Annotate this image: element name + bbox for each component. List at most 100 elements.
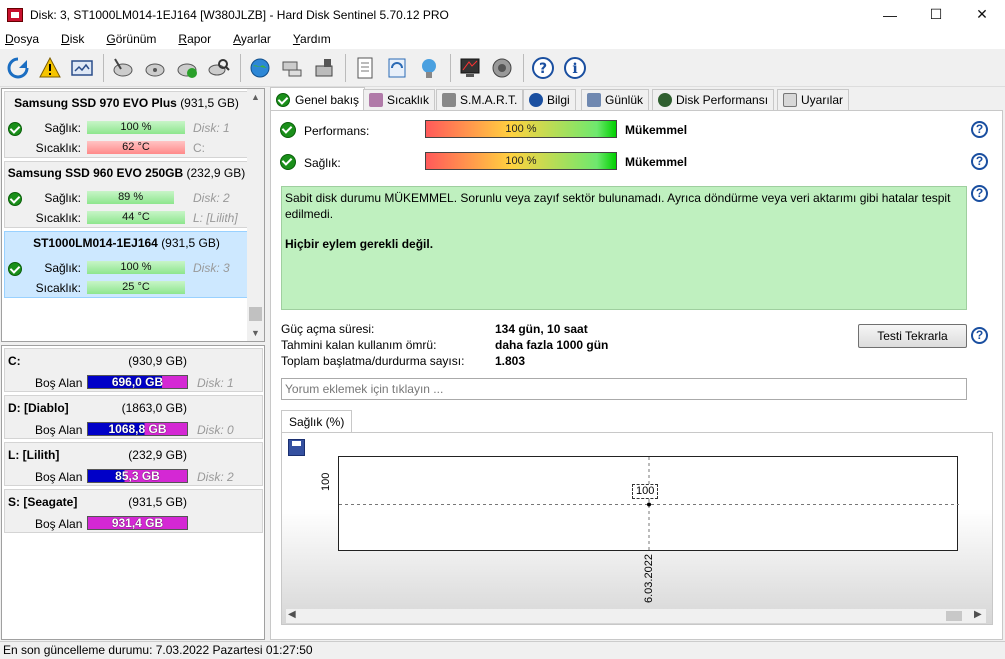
scroll-left-icon[interactable]: ◀ — [288, 609, 296, 620]
status-description: Sabit disk durumu MÜKEMMEL. Sorunlu veya… — [281, 186, 967, 310]
free-space-label: Boş Alan — [35, 470, 83, 484]
scroll-thumb[interactable] — [249, 307, 262, 321]
volume-card-s[interactable]: S: [Seagate] (931,5 GB) Boş Alan 931,4 G… — [4, 489, 263, 533]
volume-list: C: (930,9 GB) Boş Alan 696,0 GB Disk: 1 … — [1, 345, 265, 640]
drive-letter: C: — [193, 141, 205, 155]
volume-card-c[interactable]: C: (930,9 GB) Boş Alan 696,0 GB Disk: 1 — [4, 348, 263, 392]
temperature-label: Sıcaklık: — [35, 141, 81, 155]
power-on-value: 134 gün, 10 saat — [495, 322, 588, 336]
menu-gorunum[interactable]: Görünüm — [101, 32, 161, 46]
volume-size: (931,5 GB) — [128, 495, 187, 509]
volume-card-d[interactable]: D: [Diablo] (1863,0 GB) Boş Alan 1068,8 … — [4, 395, 263, 439]
menu-dosya[interactable]: Dosya — [0, 32, 44, 46]
sound-button[interactable] — [487, 53, 517, 83]
app-icon — [7, 7, 23, 22]
update-button[interactable] — [382, 53, 412, 83]
log-icon — [587, 93, 601, 107]
help-button[interactable]: ? — [528, 53, 558, 83]
report-button[interactable] — [350, 53, 380, 83]
disk-card-3[interactable]: ST1000LM014-1EJ164 (931,5 GB) Sağlık: 10… — [4, 231, 249, 298]
chart-scrollbar[interactable]: ◀ ▶ — [286, 609, 986, 623]
tab-temperature[interactable]: Sıcaklık — [363, 89, 436, 110]
menu-yardim[interactable]: Yardım — [288, 32, 336, 46]
disk-name: ST1000LM014-1EJ164 — [33, 236, 158, 250]
temperature-bar: 44 °C — [87, 211, 185, 224]
disk-card-2[interactable]: Samsung SSD 960 EVO 250GB (232,9 GB) Sağ… — [4, 161, 249, 228]
document-icon — [357, 57, 373, 78]
tab-log[interactable]: Günlük — [581, 89, 650, 110]
server-button[interactable] — [309, 53, 339, 83]
volume-size: (930,9 GB) — [128, 354, 187, 368]
svg-text:i: i — [572, 61, 577, 77]
surface-test-button[interactable] — [140, 53, 170, 83]
network-disk-icon — [282, 61, 302, 76]
status-text: Sabit disk durumu MÜKEMMEL. Sorunlu veya… — [285, 191, 951, 221]
hdd-ok-button[interactable] — [172, 53, 202, 83]
menu-bar: Dosya Disk Görünüm Rapor Ayarlar Yardım — [0, 29, 1005, 49]
health-label: Sağlık: — [44, 121, 81, 135]
maximize-button[interactable]: ☐ — [913, 0, 959, 29]
free-space-label: Boş Alan — [35, 376, 83, 390]
network-button[interactable] — [277, 53, 307, 83]
free-space-bar: 696,0 GB — [87, 375, 188, 389]
benchmark-button[interactable] — [455, 53, 485, 83]
alerts-icon — [783, 93, 797, 107]
action-text: Hiçbir eylem gerekli değil. — [285, 237, 434, 251]
free-space-bar: 1068,8 GB — [87, 422, 188, 436]
volume-card-l[interactable]: L: [Lilith] (232,9 GB) Boş Alan 85,3 GB … — [4, 442, 263, 486]
lifetime-value: daha fazla 1000 gün — [495, 338, 609, 352]
about-button[interactable]: i — [560, 53, 590, 83]
comment-input[interactable]: Yorum eklemek için tıklayın ... — [281, 378, 967, 400]
scroll-thumb[interactable] — [946, 611, 962, 621]
disk-card-1[interactable]: Samsung SSD 970 EVO Plus (931,5 GB) Sağl… — [4, 91, 249, 158]
tab-health-chart[interactable]: Sağlık (%) — [281, 410, 353, 432]
plot-area — [338, 456, 959, 552]
hdd-surface-icon — [145, 63, 165, 76]
check-icon — [280, 122, 296, 138]
disk-number: Disk: 2 — [193, 191, 230, 205]
health-bar: 100 % — [87, 121, 185, 134]
scroll-up-icon[interactable]: ▲ — [247, 89, 264, 105]
free-space-bar: 931,4 GB — [87, 516, 188, 530]
disk-info-button[interactable] — [67, 53, 97, 83]
hdd-search-button[interactable] — [204, 53, 234, 83]
tab-info[interactable]: Bilgi — [523, 89, 576, 110]
tab-smart[interactable]: S.M.A.R.T. — [436, 89, 524, 110]
web-button[interactable] — [245, 53, 275, 83]
menu-ayarlar[interactable]: Ayarlar — [228, 32, 276, 46]
volume-size: (1863,0 GB) — [121, 401, 187, 415]
alert-button[interactable] — [35, 53, 65, 83]
test-disk-button[interactable] — [108, 53, 138, 83]
scroll-right-icon[interactable]: ▶ — [974, 609, 982, 620]
refresh-button[interactable] — [3, 53, 33, 83]
health-chart: 100 6.03.2022 100 ◀ ▶ — [281, 432, 993, 625]
health-bar: 100 % — [425, 152, 617, 170]
tab-performance[interactable]: Disk Performansı — [652, 89, 775, 110]
help-icon[interactable]: ? — [971, 327, 988, 344]
help-icon[interactable]: ? — [971, 121, 988, 138]
window-title: Disk: 3, ST1000LM014-1EJ164 [W380JLZB] -… — [30, 7, 449, 22]
volume-size: (232,9 GB) — [128, 448, 187, 462]
y-tick-label: 100 — [320, 472, 332, 491]
health-label: Sağlık: — [304, 156, 341, 170]
tab-overview[interactable]: Genel bakış — [270, 87, 366, 111]
hdd-icon — [442, 93, 456, 107]
save-icon[interactable] — [288, 439, 305, 456]
tab-alerts[interactable]: Uyarılar — [777, 89, 850, 110]
close-button[interactable]: ✕ — [959, 0, 1005, 29]
disk-info-icon — [71, 59, 93, 76]
disk-list: Samsung SSD 970 EVO Plus (931,5 GB) Sağl… — [1, 88, 265, 342]
disk-list-scrollbar[interactable]: ▲ ▼ — [247, 89, 264, 341]
help-icon[interactable]: ? — [971, 185, 988, 202]
retest-button[interactable]: Testi Tekrarla — [858, 324, 967, 348]
overview-panel: Performans: 100 % Mükemmel ? Sağlık: 100… — [270, 110, 1003, 640]
online-button[interactable] — [414, 53, 444, 83]
menu-rapor[interactable]: Rapor — [173, 32, 216, 46]
temperature-bar: 25 °C — [87, 281, 185, 294]
scroll-down-icon[interactable]: ▼ — [247, 325, 264, 341]
menu-disk[interactable]: Disk — [56, 32, 89, 46]
data-point — [647, 502, 651, 507]
minimize-button[interactable]: — — [867, 0, 913, 29]
help-icon[interactable]: ? — [971, 153, 988, 170]
free-space-label: Boş Alan — [35, 517, 83, 531]
